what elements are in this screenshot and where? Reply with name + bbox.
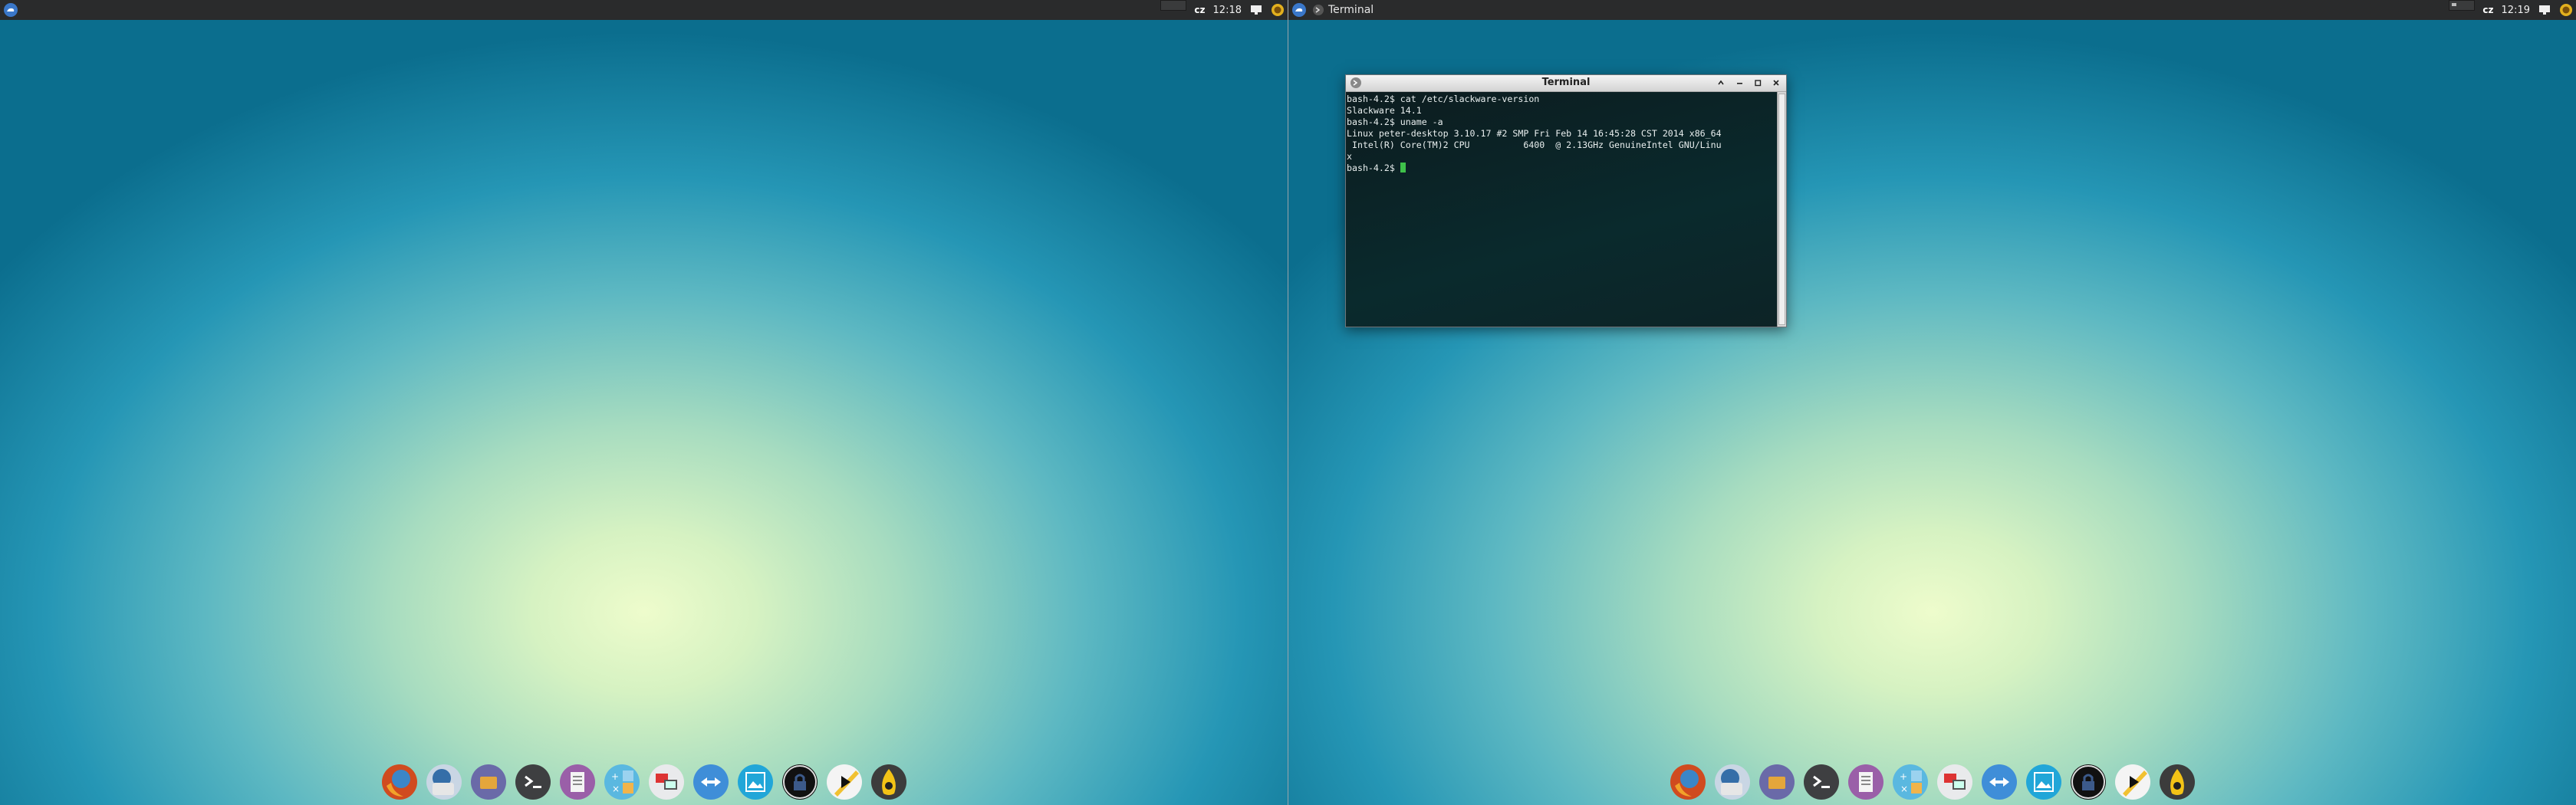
text-editor-icon[interactable]: [1847, 763, 1885, 801]
update-notifier-icon[interactable]: [1271, 3, 1285, 17]
terminal-scrollbar[interactable]: [1777, 92, 1786, 327]
firefox-icon[interactable]: [380, 763, 419, 801]
terminal-window[interactable]: Terminal bash-4.2$ cat /etc/slackware-ve…: [1345, 74, 1787, 327]
text-editor-icon[interactable]: [558, 763, 597, 801]
keyboard-layout-indicator[interactable]: cz: [2482, 5, 2493, 15]
application-dock: + ×: [380, 759, 908, 805]
shade-button[interactable]: [1714, 76, 1728, 90]
workspace-pager[interactable]: [2449, 0, 2476, 11]
terminal-line: x: [1347, 151, 1352, 162]
right-desktop[interactable]: Terminal cz 12:19 Terminal bash-4.2$ cat…: [1288, 0, 2576, 805]
image-viewer-icon[interactable]: [736, 763, 775, 801]
application-dock: + ×: [1669, 759, 2196, 805]
calculator-icon[interactable]: + ×: [1891, 763, 1930, 801]
close-icon: [1773, 80, 1779, 86]
system-tray: cz 12:18: [1160, 0, 1285, 20]
audio-player-icon[interactable]: [870, 763, 908, 801]
calculator-icon[interactable]: + ×: [603, 763, 641, 801]
minimize-button[interactable]: [1732, 76, 1746, 90]
maximize-icon: [1755, 80, 1762, 87]
thunderbird-icon[interactable]: [425, 763, 463, 801]
terminal-icon[interactable]: [514, 763, 552, 801]
svg-text:+: +: [611, 771, 619, 782]
terminal-output[interactable]: bash-4.2$ cat /etc/slackware-version Sla…: [1346, 92, 1778, 327]
clock[interactable]: 12:18: [1213, 5, 1242, 16]
update-notifier-icon[interactable]: [2559, 3, 2573, 17]
audio-player-icon[interactable]: [2158, 763, 2196, 801]
media-player-icon[interactable]: [825, 763, 864, 801]
maximize-button[interactable]: [1751, 76, 1765, 90]
terminal-line: bash-4.2$ cat /etc/slackware-version: [1347, 94, 1540, 104]
text-cursor: [1400, 163, 1406, 172]
svg-text:+: +: [1900, 771, 1907, 782]
workspace-pager[interactable]: [1160, 0, 1187, 11]
scrollbar-thumb[interactable]: [1778, 94, 1785, 325]
thunderbird-icon[interactable]: [1713, 763, 1752, 801]
network-icon[interactable]: [1249, 3, 1263, 17]
start-menu-icon[interactable]: [1292, 3, 1306, 17]
top-panel: cz 12:18: [0, 0, 1288, 20]
keyboard-layout-indicator[interactable]: cz: [1194, 5, 1205, 15]
lock-screen-icon[interactable]: [781, 763, 819, 801]
terminal-line: Intel(R) Core(TM)2 CPU 6400 @ 2.13GHz Ge…: [1347, 140, 1722, 150]
file-manager-icon[interactable]: [1758, 763, 1796, 801]
terminal-titlebar[interactable]: Terminal: [1346, 75, 1786, 92]
image-viewer-icon[interactable]: [2025, 763, 2063, 801]
network-icon[interactable]: [1980, 763, 2018, 801]
file-manager-icon[interactable]: [469, 763, 508, 801]
terminal-line: bash-4.2$ uname -a: [1347, 117, 1443, 127]
terminal-line: Linux peter-desktop 3.10.17 #2 SMP Fri F…: [1347, 128, 1722, 139]
top-panel: Terminal cz 12:19: [1288, 0, 2576, 20]
chevron-up-icon: [1718, 80, 1724, 85]
terminal-line: Slackware 14.1: [1347, 105, 1422, 116]
system-tray: cz 12:19: [2449, 0, 2573, 20]
start-menu-icon[interactable]: [4, 3, 18, 17]
close-button[interactable]: [1769, 76, 1783, 90]
media-player-icon[interactable]: [2114, 763, 2152, 801]
clock[interactable]: 12:19: [2502, 5, 2530, 16]
svg-text:×: ×: [1900, 784, 1908, 794]
firefox-icon[interactable]: [1669, 763, 1707, 801]
remote-desktop-icon[interactable]: [1936, 763, 1974, 801]
network-icon[interactable]: [692, 763, 730, 801]
svg-text:×: ×: [612, 784, 620, 794]
network-icon[interactable]: [2538, 3, 2551, 17]
lock-screen-icon[interactable]: [2069, 763, 2107, 801]
minimize-icon: [1737, 83, 1742, 84]
terminal-task-icon: [1313, 5, 1324, 15]
remote-desktop-icon[interactable]: [647, 763, 686, 801]
terminal-prompt-line[interactable]: bash-4.2$: [1347, 163, 1778, 174]
task-button-terminal[interactable]: Terminal: [1313, 0, 1374, 20]
prompt: bash-4.2$: [1347, 163, 1400, 173]
left-desktop[interactable]: cz 12:18 + ×: [0, 0, 1288, 805]
terminal-icon[interactable]: [1802, 763, 1841, 801]
task-label: Terminal: [1328, 4, 1374, 16]
